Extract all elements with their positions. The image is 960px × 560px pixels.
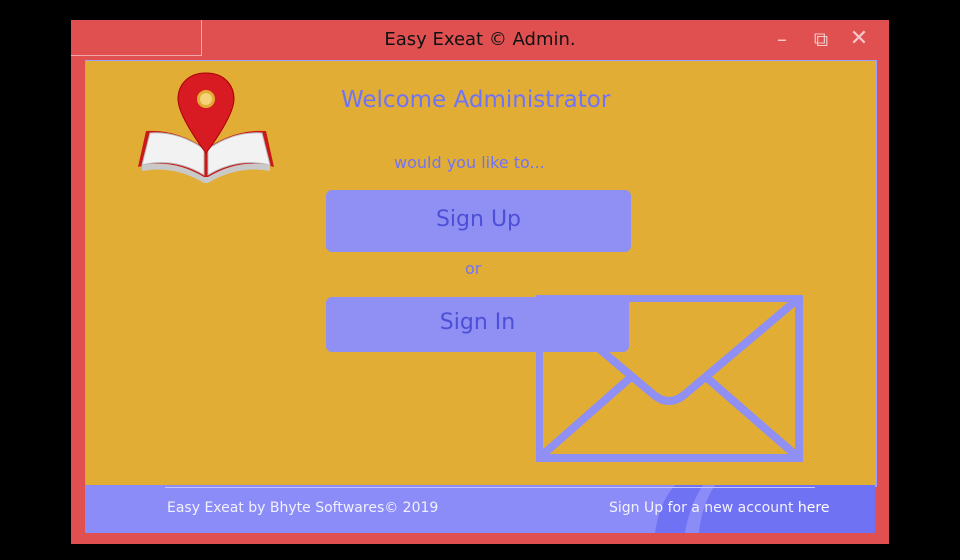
footer-signup-text: Sign Up for a new account here — [609, 500, 829, 516]
map-pin-book-icon — [138, 72, 274, 183]
minimize-button[interactable]: – — [767, 24, 797, 54]
maximize-button[interactable]: ⧉ — [806, 24, 836, 54]
or-label: or — [465, 259, 482, 278]
footer-signup-label: Sign Up for a new account — [609, 500, 794, 516]
main-panel: Welcome Administrator would you like to.… — [85, 60, 877, 487]
sign-up-button[interactable]: Sign Up — [326, 190, 631, 252]
footer-bar: Easy Exeat by Bhyte Softwares© 2019 Sign… — [85, 485, 875, 533]
close-button[interactable]: ✕ — [844, 24, 874, 54]
here-link[interactable]: here — [798, 500, 830, 516]
footer-copyright: Easy Exeat by Bhyte Softwares© 2019 — [167, 500, 439, 516]
sign-in-button[interactable]: Sign In — [326, 297, 629, 352]
footer-divider — [165, 487, 815, 488]
app-window: Easy Exeat © Admin. – ⧉ ✕ Welcome Admini… — [71, 20, 889, 544]
welcome-heading: Welcome Administrator — [341, 87, 611, 113]
prompt-text: would you like to... — [394, 153, 545, 172]
